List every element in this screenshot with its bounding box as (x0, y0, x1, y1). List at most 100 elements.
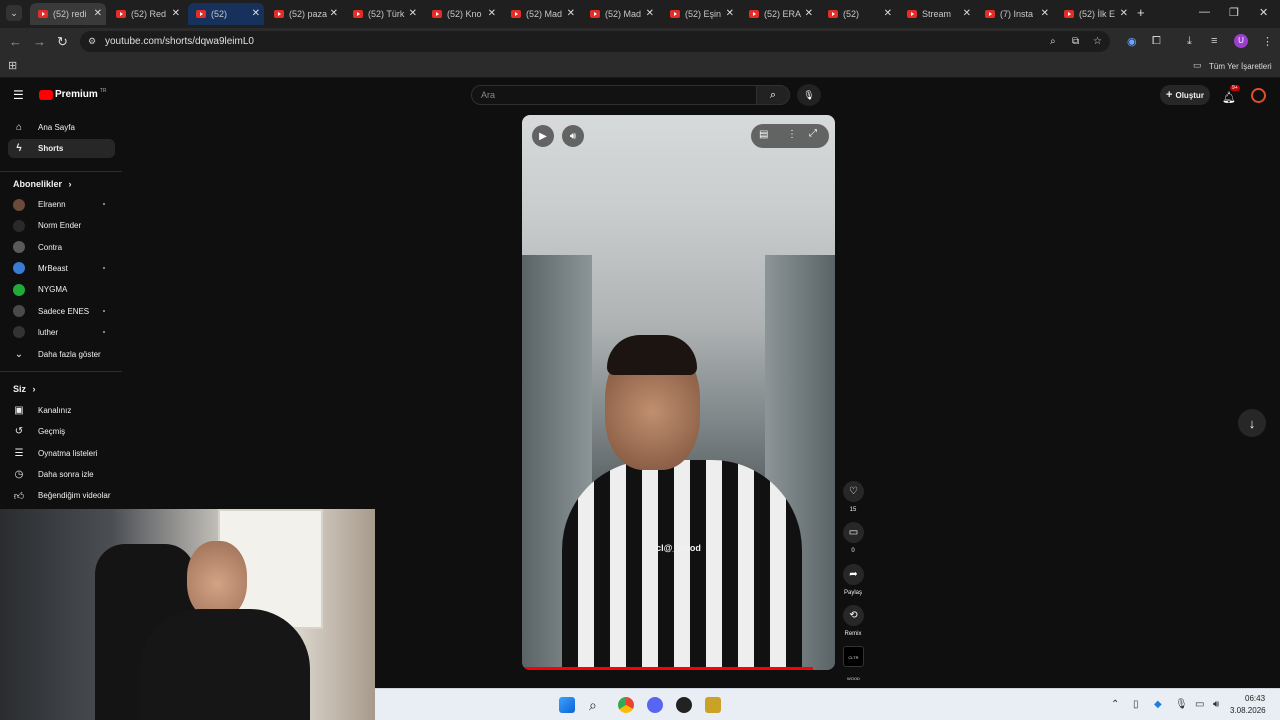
back-icon[interactable]: ← (9, 34, 22, 49)
subscription-item[interactable]: luther (8, 323, 115, 342)
browser-tab[interactable]: (52) Kno ✕ (424, 3, 500, 25)
tray-app-icon[interactable]: ◆ (1154, 699, 1162, 710)
youtube-premium-logo[interactable]: Premium TR (39, 88, 106, 100)
app-taskbar-icon[interactable] (676, 697, 692, 713)
tab-close-icon[interactable]: ✕ (488, 8, 496, 19)
browser-tab[interactable]: (52) İlk E ✕ (1056, 3, 1132, 25)
bookmark-star-icon[interactable]: ☆ (1093, 31, 1102, 52)
sidebar-item[interactable]: ⌂ Ana Sayfa (8, 118, 115, 137)
browser-tab[interactable]: (52) Mad ✕ (582, 3, 658, 25)
create-button[interactable]: + Oluştur (1160, 85, 1210, 105)
captions-icon[interactable]: ▤ (759, 129, 768, 140)
sidebar-item[interactable]: ↺ Geçmiş (8, 422, 115, 441)
account-avatar[interactable] (1251, 88, 1266, 103)
extensions-icon[interactable]: ⧠ (1152, 35, 1161, 48)
browser-tab[interactable]: (52) Mad ✕ (503, 3, 579, 25)
game-taskbar-icon[interactable] (705, 697, 721, 713)
browser-tab[interactable]: (52) paza ✕ (266, 3, 342, 25)
tab-close-icon[interactable]: ✕ (94, 8, 102, 19)
subscription-item[interactable]: NYGMA (8, 280, 115, 299)
media-control-icon[interactable]: ≡ (1211, 35, 1217, 47)
tab-search-chevron-icon[interactable]: ⌄ (6, 5, 22, 21)
address-bar[interactable]: ⚙ youtube.com/shorts/dqwa9leimL0 ⌕ ⧉ ☆ (80, 31, 1110, 52)
cast-icon[interactable]: ⧉ (1072, 31, 1079, 52)
video-progress-bar[interactable] (522, 667, 814, 670)
browser-tab[interactable]: (52) ✕ (188, 3, 264, 25)
browser-tab[interactable]: Stream ✕ (899, 3, 975, 25)
windows-start-icon[interactable] (559, 697, 575, 713)
hamburger-menu-icon[interactable]: ☰ (13, 88, 24, 102)
like-button[interactable]: ♡ (843, 481, 864, 502)
show-more-button[interactable]: ⌄ Daha fazla göster (8, 345, 115, 364)
share-button[interactable]: ➦ (843, 564, 864, 585)
tray-mic-icon[interactable]: 🎙 (1175, 699, 1188, 710)
tab-close-icon[interactable]: ✕ (726, 8, 734, 19)
download-icon[interactable]: ⤓ (1187, 35, 1192, 48)
close-window-button[interactable]: ✕ (1259, 6, 1268, 19)
sidebar-item[interactable]: 👍︎ Beğendiğim videolar (8, 486, 115, 505)
channel-thumbnail[interactable]: CLTR WOOD (843, 646, 864, 681)
tab-close-icon[interactable]: ✕ (172, 8, 180, 19)
tab-close-icon[interactable]: ✕ (805, 8, 813, 19)
browser-tab[interactable]: (52) Eşin ✕ (662, 3, 738, 25)
tab-close-icon[interactable]: ✕ (252, 8, 260, 19)
taskbar-time[interactable]: 06:43 (1245, 694, 1265, 703)
maximize-button[interactable]: ❐ (1229, 6, 1239, 19)
sidebar-item[interactable]: ☰ Oynatma listeleri (8, 444, 115, 463)
apps-grid-icon[interactable]: ⊞ (8, 59, 17, 72)
discord-taskbar-icon[interactable] (647, 697, 663, 713)
subscription-item[interactable]: Elraenn (8, 195, 115, 214)
comment-button[interactable]: ▭ (843, 522, 864, 543)
tab-close-icon[interactable]: ✕ (567, 8, 575, 19)
more-options-icon[interactable]: ⋮ (787, 129, 797, 140)
subscription-item[interactable]: MrBeast (8, 259, 115, 278)
notifications-button[interactable]: 🔔︎ 9+ (1222, 85, 1240, 104)
tab-close-icon[interactable]: ✕ (409, 8, 417, 19)
browser-tab[interactable]: (52) redi ✕ (30, 3, 106, 25)
subscriptions-heading[interactable]: Abonelikler › (13, 179, 72, 189)
extension-audio-icon[interactable]: ◉ (1127, 35, 1137, 48)
volume-button[interactable]: 🔊︎ (562, 125, 584, 147)
browser-tab[interactable]: (52) Türk ✕ (345, 3, 421, 25)
voice-search-button[interactable]: 🎙 (797, 84, 821, 106)
zoom-icon[interactable]: ⌕ (1050, 31, 1056, 52)
play-button[interactable]: ▶ (532, 125, 554, 147)
tray-overflow-icon[interactable]: ⌃ (1111, 699, 1119, 710)
reload-icon[interactable]: ↻ (57, 34, 68, 50)
tab-close-icon[interactable]: ✕ (963, 8, 971, 19)
tab-close-icon[interactable]: ✕ (646, 8, 654, 19)
tray-network-icon[interactable]: ▭ (1195, 699, 1204, 710)
browser-tab[interactable]: (52) ERA ✕ (741, 3, 817, 25)
browser-menu-icon[interactable]: ⋮ (1262, 35, 1273, 48)
forward-icon[interactable]: → (33, 34, 46, 49)
subscription-item[interactable]: Norm Ender (8, 216, 115, 235)
subscription-item[interactable]: Contra (8, 238, 115, 257)
sidebar-item[interactable]: ▣ Kanalınız (8, 401, 115, 420)
browser-tab[interactable]: (52) ✕ (820, 3, 896, 25)
tab-close-icon[interactable]: ✕ (1041, 8, 1049, 19)
browser-tab[interactable]: (52) Red ✕ (108, 3, 184, 25)
profile-avatar[interactable]: U (1234, 34, 1248, 48)
you-heading[interactable]: Siz › (13, 384, 36, 394)
site-info-icon[interactable]: ⚙ (88, 31, 96, 52)
browser-tab[interactable]: (7) Insta ✕ (977, 3, 1053, 25)
remix-button[interactable]: ⟲ (843, 605, 864, 626)
sidebar-item[interactable]: ◷ Daha sonra izle (8, 465, 115, 484)
shorts-video-player[interactable]: cl@_wood ▶ 🔊︎ ▤ ⋮ ⤢ (522, 115, 835, 670)
tray-volume-icon[interactable]: 🔊︎ (1213, 699, 1219, 710)
search-input[interactable]: Ara (471, 85, 757, 105)
sidebar-item[interactable]: ϟ Shorts (8, 139, 115, 158)
search-button[interactable]: ⌕ (756, 85, 790, 105)
minimize-button[interactable]: — (1199, 6, 1210, 18)
taskbar-search-icon[interactable]: ⌕ (589, 697, 605, 713)
chrome-taskbar-icon[interactable] (618, 697, 634, 713)
next-short-button[interactable]: ↓ (1238, 409, 1266, 437)
taskbar-date[interactable]: 3.08.2026 (1230, 706, 1266, 715)
fullscreen-icon[interactable]: ⤢ (809, 128, 817, 139)
subscription-item[interactable]: Sadece ENES (8, 302, 115, 321)
new-tab-button[interactable]: + (1137, 5, 1145, 20)
tab-close-icon[interactable]: ✕ (884, 8, 892, 19)
all-bookmarks-link[interactable]: Tüm Yer İşaretleri (1209, 62, 1272, 71)
tab-close-icon[interactable]: ✕ (330, 8, 338, 19)
tab-close-icon[interactable]: ✕ (1120, 8, 1128, 19)
